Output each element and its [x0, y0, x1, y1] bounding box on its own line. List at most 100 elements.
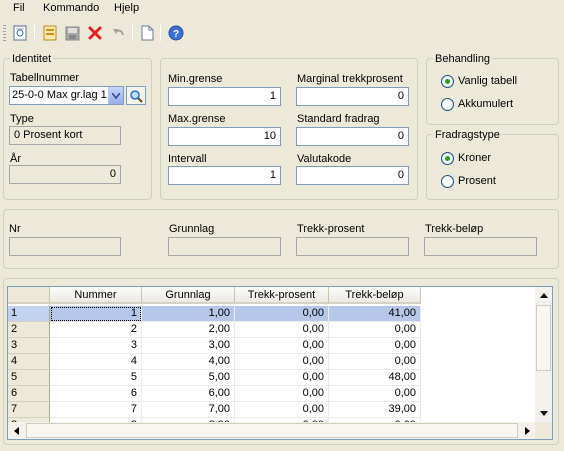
- akkumulert-radio[interactable]: [441, 98, 454, 111]
- cell-trekkprosent[interactable]: 0,00: [235, 338, 329, 354]
- cell-nummer[interactable]: 6: [50, 386, 142, 402]
- cell-nummer[interactable]: 7: [50, 402, 142, 418]
- menu-fil[interactable]: Fil: [13, 2, 25, 14]
- cell-nummer[interactable]: 2: [50, 322, 142, 338]
- cell-grunnlag[interactable]: 1,00: [142, 306, 235, 322]
- cell-trekkprosent[interactable]: 0,00: [235, 370, 329, 386]
- cell-grunnlag[interactable]: 6,00: [142, 386, 235, 402]
- tabellnummer-select[interactable]: 25-0-0 Max gr.lag 1: [9, 86, 124, 105]
- limits-panel: Min.grense 1 Max.grense 10 Intervall 1 M…: [160, 58, 418, 200]
- cell-grunnlag[interactable]: 2,00: [142, 322, 235, 338]
- grunnlag-field: [168, 237, 281, 256]
- type-label: Type: [10, 113, 34, 125]
- cell-trekkprosent[interactable]: 0,00: [235, 306, 329, 322]
- scroll-up-button[interactable]: [535, 287, 552, 304]
- horizontal-scroll-thumb[interactable]: [26, 423, 518, 438]
- cell-trekkbelop[interactable]: 0,00: [329, 354, 421, 370]
- cell-trekkbelop[interactable]: 0,00: [329, 386, 421, 402]
- min-grense-label: Min.grense: [168, 73, 223, 85]
- cell-grunnlag[interactable]: 3,00: [142, 338, 235, 354]
- cell-trekkprosent[interactable]: 0,00: [235, 402, 329, 418]
- detail-panel: Nr Grunnlag Trekk-prosent Trekk-beløp: [3, 209, 559, 269]
- row-header[interactable]: 3: [8, 338, 50, 354]
- prosent-radio[interactable]: [441, 175, 454, 188]
- vertical-scrollbar[interactable]: [535, 287, 552, 422]
- cell-trekkbelop[interactable]: 41,00: [329, 306, 421, 322]
- cell-trekkbelop[interactable]: 0,00: [329, 322, 421, 338]
- cell-grunnlag[interactable]: 5,00: [142, 370, 235, 386]
- cell-trekkbelop[interactable]: 0,00: [329, 338, 421, 354]
- help-icon[interactable]: ?: [166, 23, 186, 43]
- cell-trekkprosent[interactable]: 0,00: [235, 322, 329, 338]
- delete-icon[interactable]: [85, 23, 105, 43]
- data-grid[interactable]: Nummer Grunnlag Trekk-prosent Trekk-belø…: [7, 286, 553, 440]
- marginal-label: Marginal trekkprosent: [297, 73, 403, 85]
- cell-trekkbelop[interactable]: 39,00: [329, 402, 421, 418]
- column-header-grunnlag[interactable]: Grunnlag: [142, 287, 235, 304]
- scroll-corner: [535, 422, 552, 439]
- cell-nummer[interactable]: 3: [50, 338, 142, 354]
- trekkprosent-label: Trekk-prosent: [297, 223, 365, 235]
- nr-field: [9, 237, 121, 256]
- menu-bar: Fil Kommando Hjelp: [0, 0, 564, 18]
- cell-grunnlag[interactable]: 7,00: [142, 402, 235, 418]
- row-header[interactable]: 5: [8, 370, 50, 386]
- type-field: 0 Prosent kort: [9, 126, 121, 145]
- valutakode-input[interactable]: 0: [296, 166, 409, 185]
- undo-icon[interactable]: [108, 23, 128, 43]
- open-icon[interactable]: [40, 23, 60, 43]
- svg-text:?: ?: [173, 29, 179, 40]
- column-header-trekkprosent[interactable]: Trekk-prosent: [235, 287, 329, 304]
- chevron-down-icon[interactable]: [108, 87, 123, 104]
- cell-nummer[interactable]: 4: [50, 354, 142, 370]
- trekkprosent-field: [296, 237, 409, 256]
- behandling-title: Behandling: [433, 53, 493, 65]
- cell-trekkprosent[interactable]: 0,00: [235, 354, 329, 370]
- grunnlag-label: Grunnlag: [169, 223, 215, 235]
- grid-corner-header: [8, 287, 50, 304]
- standard-fradrag-label: Standard fradrag: [297, 113, 380, 125]
- toolbar-grip[interactable]: [3, 24, 6, 42]
- max-grense-label: Max.grense: [168, 113, 226, 125]
- horizontal-scrollbar[interactable]: [8, 422, 536, 439]
- row-header[interactable]: 7: [8, 402, 50, 418]
- identitet-title: Identitet: [10, 53, 54, 65]
- identitet-panel: Identitet Tabellnummer 25-0-0 Max gr.lag…: [3, 53, 152, 200]
- properties-icon[interactable]: [10, 23, 30, 43]
- marginal-input[interactable]: 0: [296, 87, 409, 106]
- min-grense-input[interactable]: 1: [168, 87, 281, 106]
- standard-fradrag-input[interactable]: 0: [296, 127, 409, 146]
- column-header-trekkbelop[interactable]: Trekk-beløp: [329, 287, 421, 304]
- cell-nummer[interactable]: 1: [50, 306, 142, 322]
- nr-label: Nr: [9, 223, 21, 235]
- column-header-nummer[interactable]: Nummer: [50, 287, 142, 304]
- scroll-down-button[interactable]: [535, 405, 552, 422]
- menu-hjelp[interactable]: Hjelp: [114, 2, 139, 14]
- scroll-left-button[interactable]: [8, 422, 25, 439]
- vanlig-tabell-radio[interactable]: [441, 75, 454, 88]
- cell-trekkbelop[interactable]: 48,00: [329, 370, 421, 386]
- search-button[interactable]: [126, 86, 146, 105]
- cell-nummer[interactable]: 5: [50, 370, 142, 386]
- behandling-panel: Behandling Vanlig tabell Akkumulert: [426, 53, 559, 125]
- vertical-scroll-thumb[interactable]: [536, 305, 551, 371]
- tabellnummer-label: Tabellnummer: [10, 72, 80, 84]
- trekkbelop-field: [424, 237, 537, 256]
- fradragstype-panel: Fradragstype Kroner Prosent: [426, 129, 559, 200]
- row-header[interactable]: 6: [8, 386, 50, 402]
- save-icon[interactable]: [62, 23, 82, 43]
- row-header[interactable]: 4: [8, 354, 50, 370]
- row-header[interactable]: 1: [8, 306, 50, 322]
- row-header[interactable]: 2: [8, 322, 50, 338]
- cell-grunnlag[interactable]: 4,00: [142, 354, 235, 370]
- cell-trekkprosent[interactable]: 0,00: [235, 386, 329, 402]
- kroner-radio[interactable]: [441, 152, 454, 165]
- intervall-label: Intervall: [168, 153, 207, 165]
- prosent-label: Prosent: [458, 175, 496, 187]
- search-icon: [130, 89, 143, 103]
- new-document-icon[interactable]: [137, 23, 157, 43]
- scroll-right-button[interactable]: [519, 422, 536, 439]
- intervall-input[interactable]: 1: [168, 166, 281, 185]
- menu-kommando[interactable]: Kommando: [43, 2, 99, 14]
- max-grense-input[interactable]: 10: [168, 127, 281, 146]
